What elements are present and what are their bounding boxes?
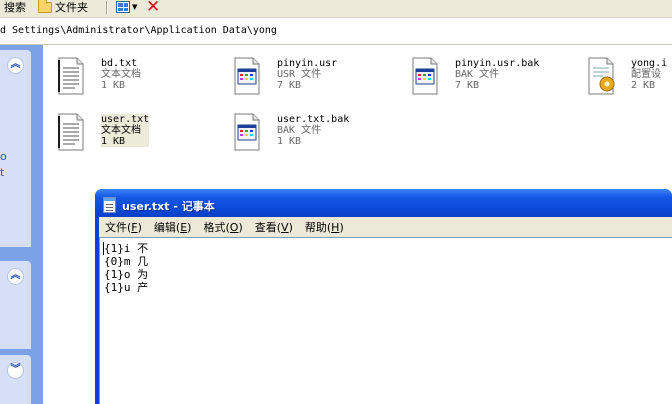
notepad-titlebar[interactable]: user.txt - 记事本 <box>95 189 672 217</box>
text-line: {1}u 产 <box>104 281 149 294</box>
file-name: user.txt.bak <box>277 114 350 125</box>
generic-file-icon <box>234 57 260 95</box>
folders-button-label: 文件夹 <box>55 1 88 14</box>
menu-file-label: 文件 <box>105 221 127 234</box>
notepad-window: user.txt - 记事本 文件(F) 编辑(E) 格式(O) 查看(V) 帮… <box>95 189 672 404</box>
file-name: pinyin.usr <box>277 58 338 69</box>
menu-help[interactable]: 帮助(H) <box>299 219 350 235</box>
explorer-toolbar: 搜索 文件夹 ▼ ✕ <box>0 0 672 18</box>
file-type: 配置设 <box>631 69 661 80</box>
notepad-title: user.txt - 记事本 <box>122 200 215 213</box>
task-link[interactable]: t <box>0 167 4 178</box>
file-size: 7 KB <box>277 80 302 91</box>
menu-format-label: 格式 <box>203 221 226 234</box>
delete-x-icon[interactable]: ✕ <box>146 0 160 16</box>
folders-button[interactable]: 文件夹 <box>38 0 88 14</box>
file-list: bd.txt 文本文档 1 KB pinyin.usr USR 文件 7 KB <box>43 45 672 195</box>
views-button[interactable]: ▼ <box>116 0 137 14</box>
task-group-1: ︽ <box>0 50 31 247</box>
search-button[interactable]: 搜索 <box>4 0 26 14</box>
file-type: 文本文档 <box>101 125 141 136</box>
file-type: BAK 文件 <box>455 69 500 80</box>
toolbar-separator <box>106 1 107 14</box>
notepad-text-area[interactable]: {1}i 不 {0}m 几 {1}o 为 {1}u 产 <box>99 237 672 404</box>
menu-view[interactable]: 查看(V) <box>249 219 299 235</box>
text-line: {1}o 为 <box>104 268 149 281</box>
file-item-yong[interactable]: yong.i 配置设 2 KB <box>573 49 672 105</box>
menu-file-accel: F <box>131 221 138 234</box>
file-name: user.txt <box>101 114 150 125</box>
address-bar[interactable]: d Settings\Administrator\Application Dat… <box>0 19 672 45</box>
chevron-down-icon[interactable]: ︾ <box>7 362 24 379</box>
file-item-user-txt[interactable]: user.txt 文本文档 1 KB <box>43 105 213 161</box>
file-name: bd.txt <box>101 58 138 69</box>
task-pane: ︽ o t ︽ ︾ <box>0 45 43 404</box>
file-item-user-txt-bak[interactable]: user.txt.bak BAK 文件 1 KB <box>219 105 389 161</box>
notepad-menubar: 文件(F) 编辑(E) 格式(O) 查看(V) 帮助(H) <box>99 217 672 237</box>
menu-view-label: 查看 <box>254 221 277 234</box>
file-size: 2 KB <box>631 80 656 91</box>
task-link[interactable]: o <box>0 151 7 162</box>
menu-format[interactable]: 格式(O) <box>197 219 248 235</box>
file-name: yong.i <box>631 58 668 69</box>
menu-file[interactable]: 文件(F) <box>99 219 148 235</box>
text-line: {0}m 几 <box>104 255 149 268</box>
file-type: BAK 文件 <box>277 125 322 136</box>
chevron-down-icon: ▼ <box>132 3 138 11</box>
file-size: 1 KB <box>277 136 302 147</box>
menu-format-accel: O <box>229 221 239 234</box>
file-type: 文本文档 <box>101 69 141 80</box>
search-button-label: 搜索 <box>4 1 26 14</box>
chevron-up-icon[interactable]: ︽ <box>7 57 24 74</box>
file-size: 7 KB <box>455 80 480 91</box>
text-document-icon <box>58 57 84 95</box>
text-document-icon <box>58 113 84 151</box>
notepad-icon <box>103 197 116 213</box>
folder-icon <box>38 0 52 13</box>
file-item-bd-txt[interactable]: bd.txt 文本文档 1 KB <box>43 49 213 105</box>
file-item-pinyin-usr-bak[interactable]: pinyin.usr.bak BAK 文件 7 KB <box>397 49 572 105</box>
generic-file-icon <box>412 57 438 95</box>
file-size: 1 KB <box>101 80 126 91</box>
file-item-pinyin-usr[interactable]: pinyin.usr USR 文件 7 KB <box>219 49 389 105</box>
task-group-2: ︽ <box>0 261 31 349</box>
task-group-3: ︾ <box>0 355 31 404</box>
file-type: USR 文件 <box>277 69 322 80</box>
chevron-up-icon[interactable]: ︽ <box>7 268 24 285</box>
menu-view-accel: V <box>281 221 289 234</box>
menu-edit[interactable]: 编辑(E) <box>148 219 198 235</box>
file-name: pinyin.usr.bak <box>455 58 540 69</box>
generic-file-icon <box>234 113 260 151</box>
menu-edit-accel: E <box>180 221 188 234</box>
file-size: 1 KB <box>101 136 126 147</box>
address-path: d Settings\Administrator\Application Dat… <box>0 25 277 36</box>
menu-help-accel: H <box>331 221 340 234</box>
config-settings-icon <box>588 57 615 95</box>
menu-help-label: 帮助 <box>304 221 327 234</box>
views-grid-icon <box>116 1 130 13</box>
menu-edit-label: 编辑 <box>153 221 176 234</box>
text-line: {1}i 不 <box>104 242 149 255</box>
